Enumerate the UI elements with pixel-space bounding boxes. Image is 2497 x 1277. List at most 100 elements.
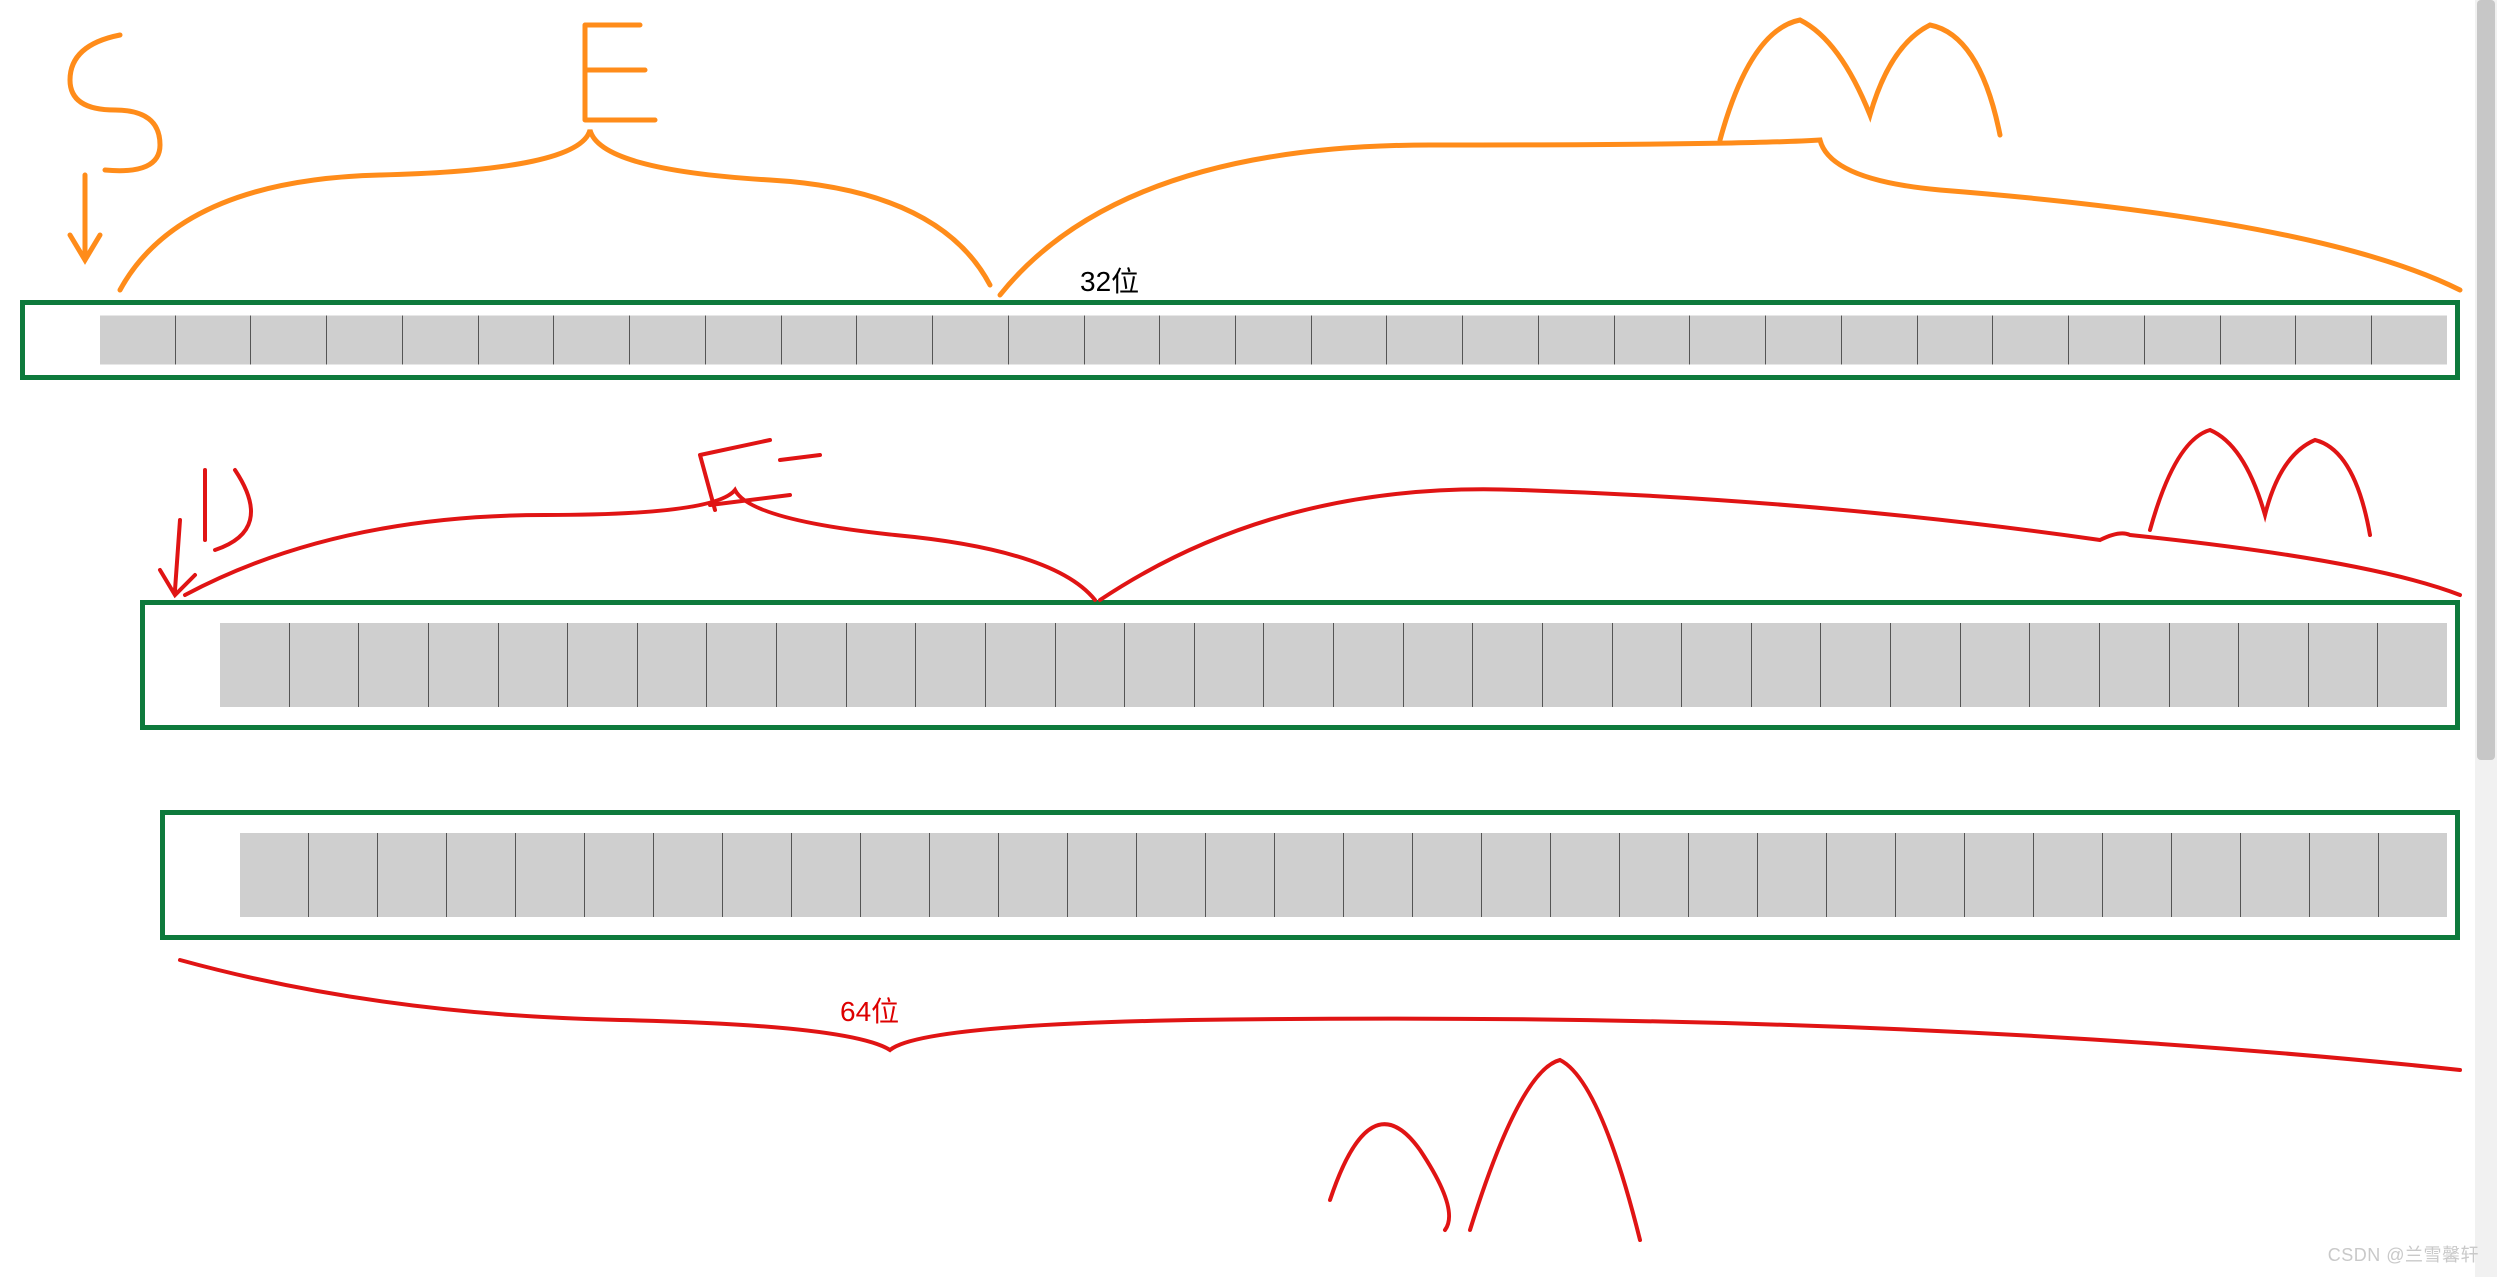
- bit-cell: [1482, 833, 1551, 917]
- bit-cell: [100, 316, 176, 365]
- bit-cell: [1275, 833, 1344, 917]
- arrow-s-red: [160, 520, 195, 595]
- bar-32bit: [20, 300, 2460, 380]
- scrollbar-thumb[interactable]: [2477, 0, 2495, 760]
- bit-cell: [2379, 833, 2447, 917]
- bit-cell: [782, 316, 858, 365]
- bit-cell: [2221, 316, 2297, 365]
- arrow-s-orange: [70, 175, 100, 260]
- brace-e-orange: [120, 130, 990, 290]
- letter-e-orange: [585, 25, 655, 120]
- letter-m-orange: [1720, 20, 2000, 140]
- bit-cell: [1125, 623, 1195, 707]
- bit-cell: [568, 623, 638, 707]
- bit-cell: [861, 833, 930, 917]
- bit-cell: [986, 623, 1056, 707]
- bit-cell: [1615, 316, 1691, 365]
- bit-cell: [1387, 316, 1463, 365]
- bit-cell: [327, 316, 403, 365]
- bit-cell: [1682, 623, 1752, 707]
- bit-cell: [933, 316, 1009, 365]
- vertical-scrollbar[interactable]: [2475, 0, 2497, 1277]
- bit-cell: [378, 833, 447, 917]
- letter-s-orange: [70, 35, 160, 171]
- bit-cell: [2241, 833, 2310, 917]
- bit-cell: [1689, 833, 1758, 917]
- bit-cell: [1766, 316, 1842, 365]
- bit-cell: [1195, 623, 1265, 707]
- bit-cell: [1264, 623, 1334, 707]
- bit-cell: [585, 833, 654, 917]
- bit-cell: [240, 833, 309, 917]
- bit-cell: [1056, 623, 1126, 707]
- brace-64-bottom: [180, 960, 2460, 1070]
- bit-cell: [706, 316, 782, 365]
- label-32bit: 32位: [1080, 260, 1139, 300]
- bit-cell: [1068, 833, 1137, 917]
- brace-e-red: [185, 490, 1095, 600]
- bit-cell: [479, 316, 555, 365]
- bit-cell: [1613, 623, 1683, 707]
- bit-cell: [1965, 833, 2034, 917]
- bit-cell: [1961, 623, 2031, 707]
- bar-64bit-lower: [160, 810, 2460, 940]
- letter-s-red: [205, 470, 251, 550]
- bit-cell: [630, 316, 706, 365]
- label-64bit: 64位: [840, 990, 899, 1030]
- bit-cell: [2372, 316, 2447, 365]
- bit-cell: [2030, 623, 2100, 707]
- bit-cell: [1758, 833, 1827, 917]
- bit-cell: [2310, 833, 2379, 917]
- bit-cell: [2145, 316, 2221, 365]
- bit-cell: [1085, 316, 1161, 365]
- bit-cell: [1690, 316, 1766, 365]
- bit-cell: [1551, 833, 1620, 917]
- bit-cell: [2170, 623, 2240, 707]
- bit-cell: [654, 833, 723, 917]
- bit-cell: [1891, 623, 1961, 707]
- bit-cell: [1827, 833, 1896, 917]
- bit-cell: [2100, 623, 2170, 707]
- bit-cell: [1413, 833, 1482, 917]
- bit-cell: [1344, 833, 1413, 917]
- bit-cell: [516, 833, 585, 917]
- bit-cell: [499, 623, 569, 707]
- letter-m-bottom: [1330, 1060, 1640, 1240]
- bit-cell: [1473, 623, 1543, 707]
- bit-cell: [857, 316, 933, 365]
- diagram-canvas: 32位 64位: [0, 0, 2497, 1277]
- brace-m-orange: [1000, 140, 2460, 295]
- bit-cell: [1206, 833, 1275, 917]
- bit-cell: [1896, 833, 1965, 917]
- bit-cell: [220, 623, 290, 707]
- bit-cell: [1404, 623, 1474, 707]
- bit-cell: [1236, 316, 1312, 365]
- brace-m-red: [1100, 489, 2460, 600]
- bit-cell: [916, 623, 986, 707]
- bit-cell: [1137, 833, 1206, 917]
- bit-cell: [1334, 623, 1404, 707]
- letter-e-red: [700, 440, 820, 510]
- bit-cell: [707, 623, 777, 707]
- bit-cell: [251, 316, 327, 365]
- bit-cell: [847, 623, 917, 707]
- bit-cell: [638, 623, 708, 707]
- bit-cell: [2296, 316, 2372, 365]
- bit-cell: [2172, 833, 2241, 917]
- bit-cell: [1543, 623, 1613, 707]
- bit-cell: [999, 833, 1068, 917]
- bit-cell: [2034, 833, 2103, 917]
- bit-cell: [1752, 623, 1822, 707]
- bit-cell: [1620, 833, 1689, 917]
- bit-cell: [1918, 316, 1994, 365]
- bit-cell: [1312, 316, 1388, 365]
- bar-64bit-upper: [140, 600, 2460, 730]
- bit-cell: [290, 623, 360, 707]
- bit-cell: [554, 316, 630, 365]
- bit-cell: [2239, 623, 2309, 707]
- bit-cell: [359, 623, 429, 707]
- bit-cell: [176, 316, 252, 365]
- bit-cell: [1463, 316, 1539, 365]
- bit-cell: [1993, 316, 2069, 365]
- bit-cell: [792, 833, 861, 917]
